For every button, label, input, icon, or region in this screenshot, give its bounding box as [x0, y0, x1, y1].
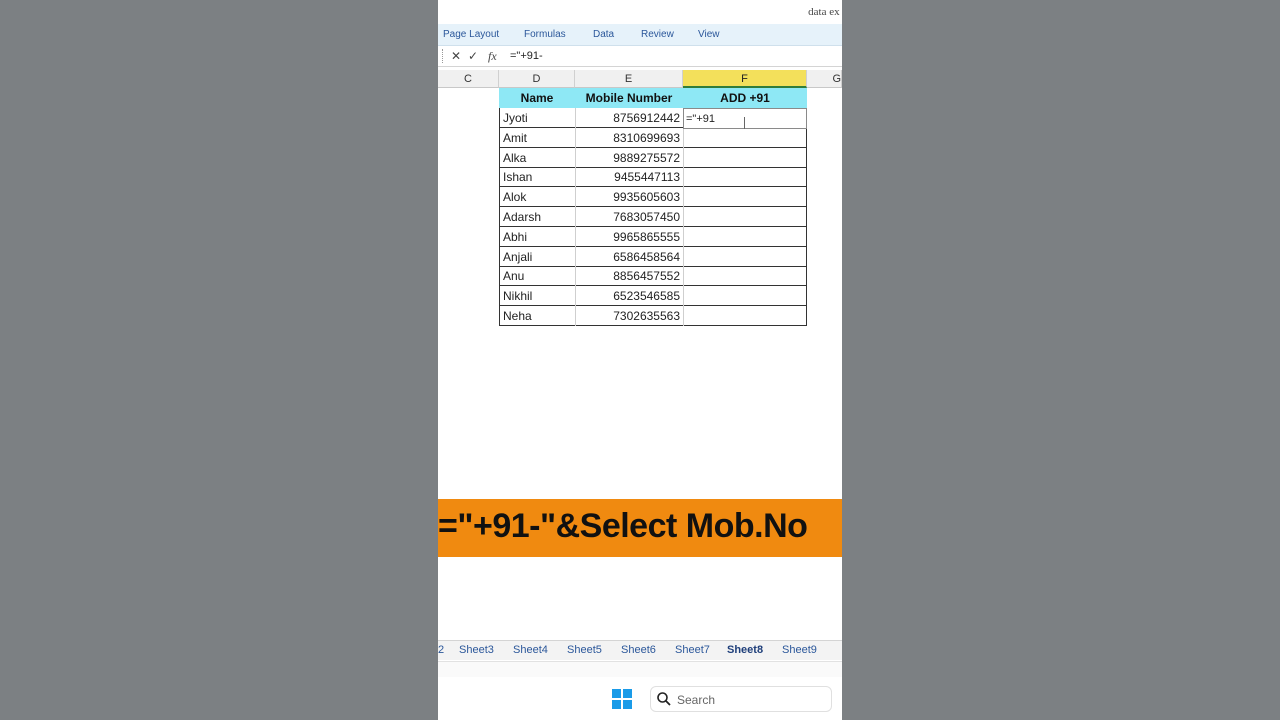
cell-mobile[interactable]: 6523546585 [575, 286, 683, 307]
tab-formulas[interactable]: Formulas [524, 29, 566, 40]
cell-name[interactable]: Jyoti [499, 108, 575, 128]
cell-mobile[interactable]: 9935605603 [575, 187, 683, 208]
cell-add91[interactable] [683, 147, 807, 168]
cell-name[interactable]: Nikhil [499, 286, 575, 307]
windows-start-icon[interactable] [612, 689, 632, 709]
table-row: Abhi 9965865555 [499, 226, 807, 247]
table-row: Alok 9935605603 [499, 187, 807, 208]
cell-name[interactable]: Adarsh [499, 207, 575, 227]
tab-review[interactable]: Review [641, 29, 674, 40]
cell-mobile[interactable]: 9455447113 [575, 167, 683, 188]
sheet-tab[interactable]: Sheet5 [567, 644, 602, 656]
table-row: Anjali 6586458564 [499, 246, 807, 267]
status-bar [438, 661, 842, 677]
cell-add91[interactable] [683, 246, 807, 267]
cell-name[interactable]: Amit [499, 127, 575, 148]
tab-view[interactable]: View [698, 29, 720, 40]
table-row: Nikhil 6523546585 [499, 286, 807, 307]
header-add91[interactable]: ADD +91 [683, 88, 807, 108]
banner-text: ="+91-"&Select Mob.No [438, 507, 808, 545]
cell-mobile[interactable]: 8856457552 [575, 266, 683, 287]
cell-add91[interactable] [683, 207, 807, 227]
active-cell-f[interactable]: ="+91 [683, 108, 807, 129]
cell-add91[interactable] [683, 286, 807, 307]
left-blur-background [0, 0, 438, 720]
tab-page-layout[interactable]: Page Layout [443, 29, 499, 40]
cell-mobile[interactable]: 8756912442 [575, 108, 683, 128]
sheet-tabs-bar: 2 Sheet3 Sheet4 Sheet5 Sheet6 Sheet7 Sheet8 She… [438, 640, 842, 660]
table-row: Alka 9889275572 [499, 147, 807, 168]
enter-check-icon[interactable]: ✓ [468, 49, 478, 63]
formula-hint-banner: ="+91-"&Select Mob.No [438, 499, 842, 557]
right-blur-background [842, 0, 1280, 720]
cell-mobile[interactable]: 9889275572 [575, 147, 683, 168]
cell-add91[interactable] [683, 127, 807, 148]
formula-input[interactable]: ="+91- [510, 50, 543, 62]
windows-taskbar: Search [438, 678, 842, 720]
sheet-tab[interactable]: Sheet4 [513, 644, 548, 656]
cell-mobile[interactable]: 7302635563 [575, 306, 683, 326]
sheet-tab[interactable]: Sheet3 [459, 644, 494, 656]
cell-name[interactable]: Ishan [499, 167, 575, 188]
table-row: Anu 8856457552 [499, 266, 807, 287]
table-row: Adarsh 7683057450 [499, 207, 807, 227]
cell-add91[interactable] [683, 306, 807, 326]
table-header-row: Name Mobile Number ADD +91 [499, 88, 807, 108]
table-row: Ishan 9455447113 [499, 167, 807, 188]
cancel-icon[interactable]: ✕ [451, 49, 461, 63]
table-row: Neha 7302635563 [499, 306, 807, 326]
column-header-e[interactable]: E [575, 70, 683, 88]
cell-mobile[interactable]: 8310699693 [575, 127, 683, 148]
table-row: Amit 8310699693 [499, 127, 807, 148]
column-header-c[interactable]: C [438, 70, 499, 88]
excel-window: data ex - Page Layout Formulas Data Revi… [438, 0, 842, 720]
sheet-tab[interactable]: Sheet6 [621, 644, 656, 656]
column-header-g[interactable]: G [807, 70, 842, 88]
tab-data[interactable]: Data [593, 29, 614, 40]
cell-name[interactable]: Alok [499, 187, 575, 208]
cell-name[interactable]: Abhi [499, 226, 575, 247]
cell-name[interactable]: Anjali [499, 246, 575, 267]
sheet-tab[interactable]: Sheet8 [727, 644, 763, 656]
window-title: data ex - [808, 6, 842, 18]
cell-name[interactable]: Anu [499, 266, 575, 287]
cell-add91[interactable] [683, 187, 807, 208]
search-icon [657, 692, 671, 706]
insert-function-icon[interactable]: fx [488, 49, 497, 64]
header-mobile[interactable]: Mobile Number [575, 88, 683, 108]
cell-add91[interactable] [683, 167, 807, 188]
cell-mobile[interactable]: 7683057450 [575, 207, 683, 227]
cell-mobile[interactable]: 9965865555 [575, 226, 683, 247]
column-header-d[interactable]: D [499, 70, 575, 88]
title-bar: data ex - [438, 0, 842, 24]
cell-add91[interactable] [683, 226, 807, 247]
cell-name[interactable]: Alka [499, 147, 575, 168]
sheet-tab[interactable]: Sheet9 [782, 644, 817, 656]
text-cursor [744, 117, 745, 129]
taskbar-search[interactable]: Search [650, 686, 832, 712]
formula-bar: ✕ ✓ fx ="+91- [438, 47, 842, 67]
formula-bar-divider [442, 49, 444, 63]
cell-add91[interactable] [683, 266, 807, 287]
column-header-f[interactable]: F [683, 70, 807, 88]
cell-name[interactable]: Neha [499, 306, 575, 326]
ribbon-tabs: Page Layout Formulas Data Review View [438, 24, 842, 46]
sheet-tab[interactable]: Sheet7 [675, 644, 710, 656]
search-placeholder: Search [677, 693, 716, 707]
cell-mobile[interactable]: 6586458564 [575, 246, 683, 267]
sheet-tab[interactable]: 2 [438, 644, 444, 656]
header-name[interactable]: Name [499, 88, 575, 108]
